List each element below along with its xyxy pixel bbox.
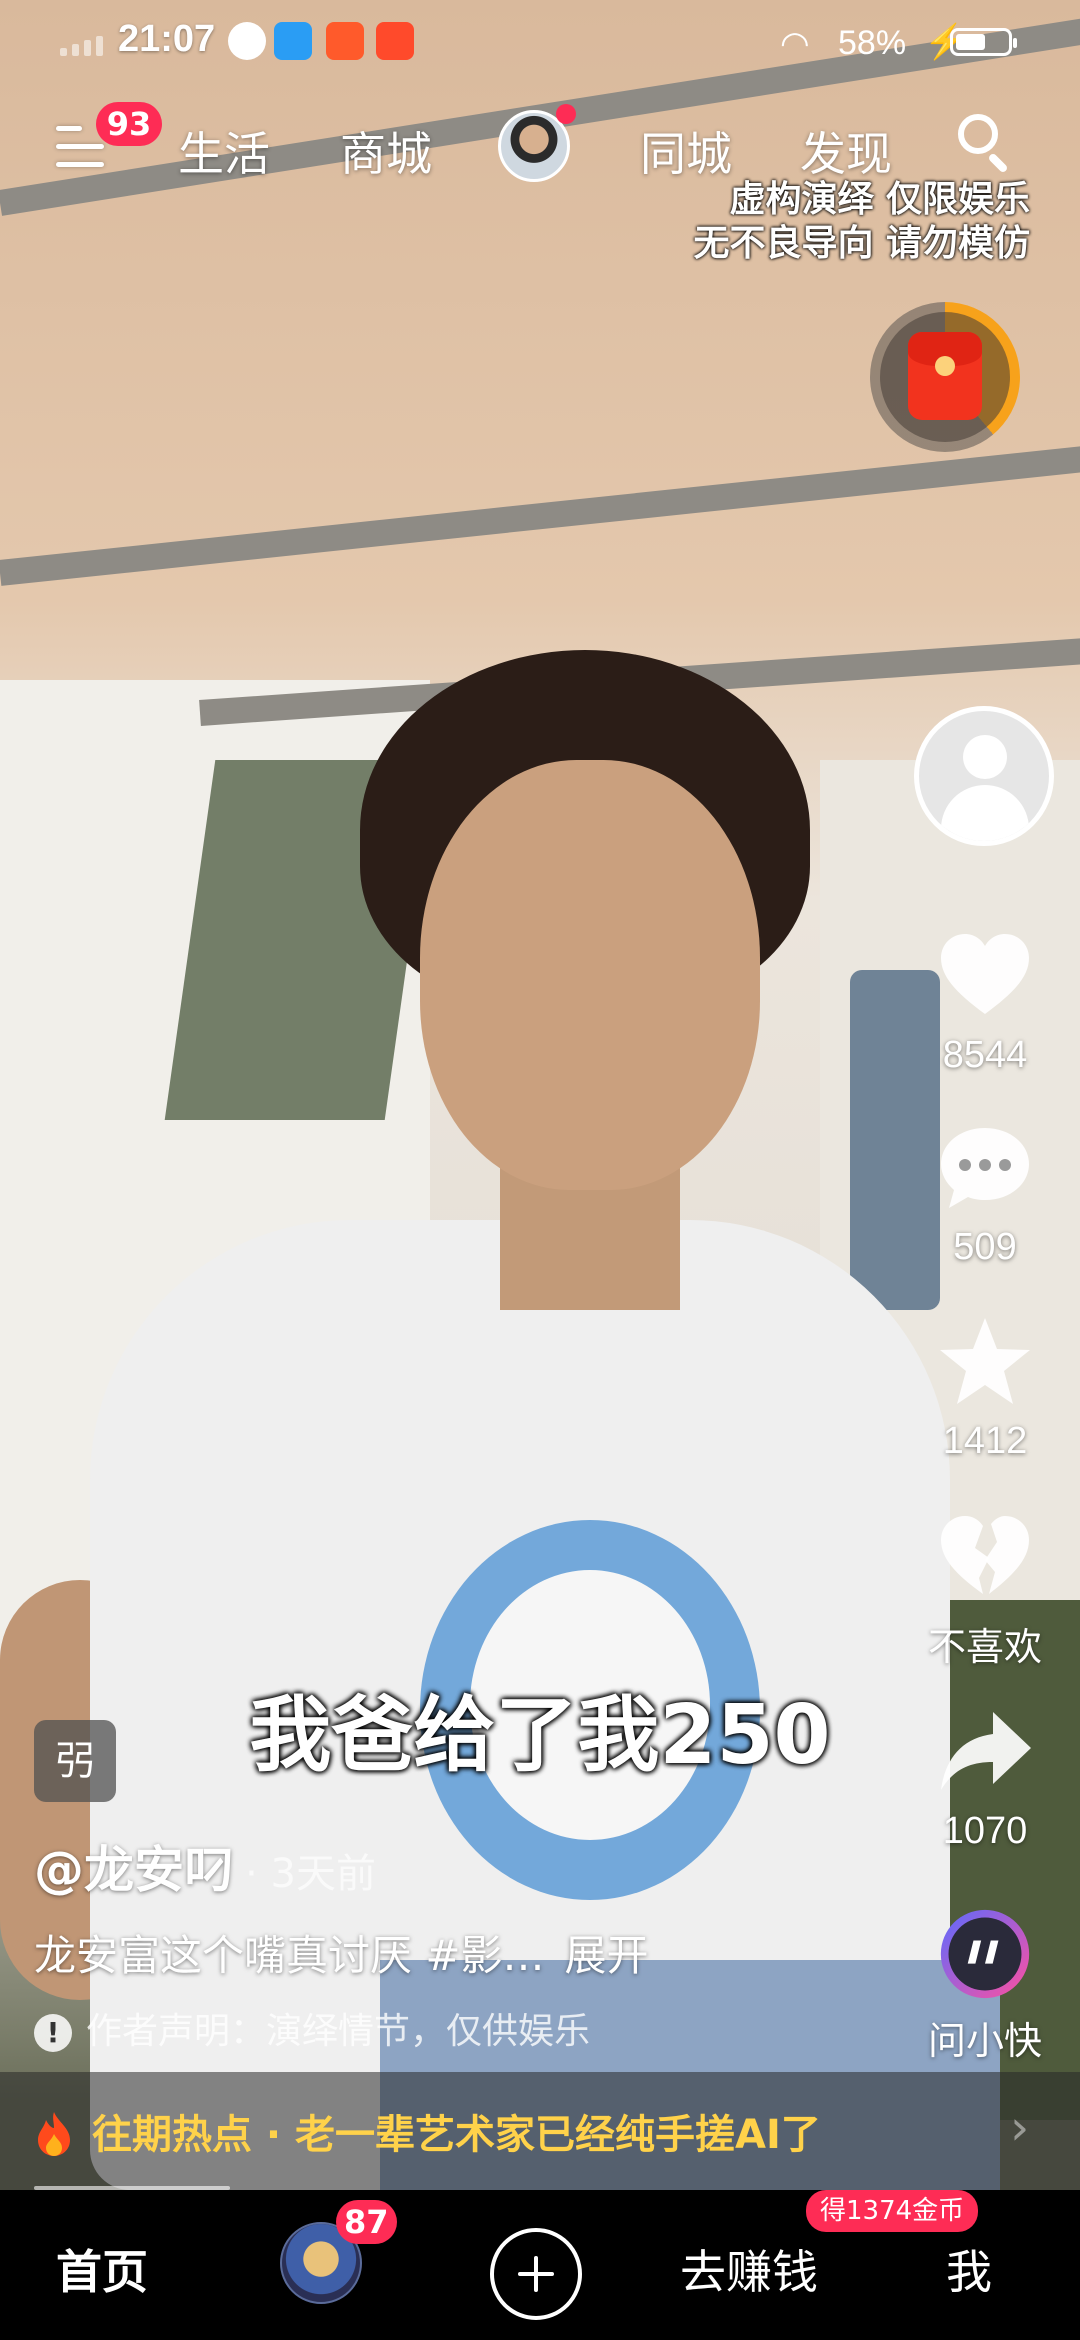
video-description[interactable]: 龙安富这个嘴真讨厌 #影… 展开 xyxy=(34,1922,649,1983)
author-line: @龙安叼 · 3天前 xyxy=(34,1830,376,1902)
tab-earn[interactable]: 去赚钱 xyxy=(680,2236,818,2302)
tab-discover[interactable]: 发现 xyxy=(800,118,892,184)
star-icon xyxy=(940,1318,1030,1404)
tab-mall[interactable]: 商城 xyxy=(340,118,432,184)
like-button[interactable]: 8544 xyxy=(910,926,1060,1077)
author-name[interactable]: @龙安叼 xyxy=(34,1841,234,1899)
search-icon[interactable] xyxy=(958,114,1014,174)
assistant-icon xyxy=(940,1909,1030,1999)
menu-badge: 93 xyxy=(96,102,162,146)
fire-icon xyxy=(38,2112,70,2156)
author-tag: 弜 xyxy=(34,1720,116,1802)
battery-percent: 58% xyxy=(838,24,907,62)
declaration-text: 作者声明：演绎情节，仅供娱乐 xyxy=(86,2011,591,2052)
ask-assistant-button[interactable]: 问小快 xyxy=(910,1906,1060,2065)
kuaishou-speed-app-icon xyxy=(376,22,414,60)
share-count: 1070 xyxy=(942,1810,1028,1852)
favorite-count: 1412 xyxy=(942,1420,1028,1462)
bed-frame-beam xyxy=(0,434,1080,586)
wifi-icon: ◠ xyxy=(780,25,810,63)
tab-local[interactable]: 同城 xyxy=(640,118,732,184)
video-subtitle: 我爸给了我250 xyxy=(249,1688,831,1783)
following-notification-dot xyxy=(556,104,576,124)
assistant-label: 问小快 xyxy=(927,2021,1042,2063)
status-bar: 21:07 ◠ 58% ⚡ xyxy=(0,0,1080,88)
hot-topic-text: 往期热点 · 老一辈艺术家已经纯手搓AI了 xyxy=(92,2112,821,2158)
info-icon: ! xyxy=(34,2014,72,2052)
coin-badge: 得1374金币 xyxy=(806,2190,979,2232)
like-count: 8544 xyxy=(942,1034,1028,1076)
favorite-button[interactable]: 1412 xyxy=(910,1312,1060,1463)
signal-icon xyxy=(60,34,106,56)
person-face xyxy=(420,760,760,1190)
hot-topic-bar[interactable]: 往期热点 · 老一辈艺术家已经纯手搓AI了 › xyxy=(0,2072,1080,2190)
comment-icon xyxy=(941,1128,1029,1208)
author-avatar[interactable] xyxy=(914,706,1054,846)
tab-me[interactable]: 我 xyxy=(946,2236,992,2302)
kuaishou-app-icon xyxy=(326,22,364,60)
tab-home[interactable]: 首页 xyxy=(56,2236,148,2302)
paper-plane-icon xyxy=(274,22,312,60)
dislike-label: 不喜欢 xyxy=(927,1627,1042,1669)
avatar-head-icon xyxy=(963,735,1007,779)
description-text: 龙安富这个嘴真讨厌 #影… xyxy=(34,1931,545,1980)
heart-icon xyxy=(941,934,1029,1014)
battery-fill xyxy=(956,34,985,50)
expand-link[interactable]: 展开 xyxy=(565,1931,649,1980)
create-button[interactable] xyxy=(490,2228,582,2320)
bottom-nav: 首页 87 去赚钱 得1374金币 我 xyxy=(0,2190,1080,2340)
disclaimer-line: 虚构演绎 仅限娱乐 xyxy=(729,179,1030,220)
status-time: 21:07 xyxy=(118,18,216,60)
bottom-avatar-badge: 87 xyxy=(336,2200,397,2244)
broken-heart-icon xyxy=(941,1516,1029,1594)
speedometer-icon xyxy=(228,22,266,60)
post-time: · 3天前 xyxy=(245,1851,376,1897)
comment-count: 509 xyxy=(953,1226,1017,1268)
video-disclaimer: 虚构演绎 仅限娱乐 无不良导向 请勿模仿 xyxy=(693,178,1030,266)
avatar-body-icon xyxy=(941,785,1029,841)
author-declaration: ! 作者声明：演绎情节，仅供娱乐 xyxy=(34,2002,590,2054)
disclaimer-line: 无不良导向 请勿模仿 xyxy=(693,223,1030,264)
battery-icon xyxy=(950,28,1017,56)
tab-life[interactable]: 生活 xyxy=(178,118,270,184)
red-envelope-icon xyxy=(908,332,982,420)
dislike-button[interactable]: 不喜欢 xyxy=(910,1508,1060,1671)
red-packet-widget[interactable] xyxy=(870,302,1020,452)
chevron-right-icon: › xyxy=(1010,2100,1030,2156)
comment-button[interactable]: 509 xyxy=(910,1118,1060,1269)
